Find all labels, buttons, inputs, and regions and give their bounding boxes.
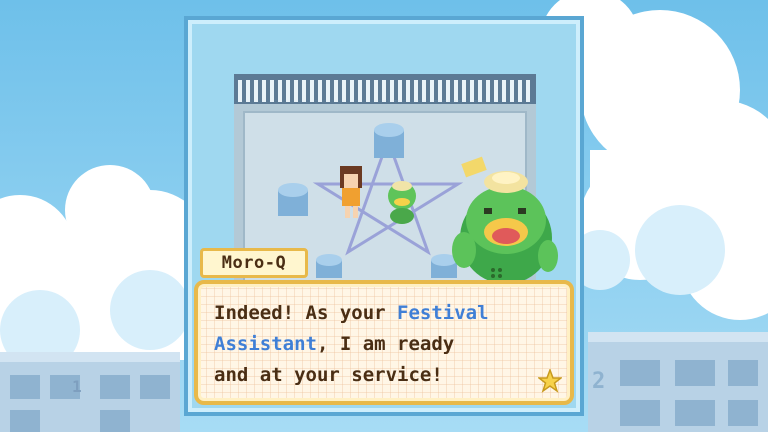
moro-q-character: [452, 156, 558, 284]
pillar: [431, 254, 457, 278]
pillar: [374, 123, 404, 158]
dialogue-line1-a: Indeed! As your: [214, 302, 398, 324]
building-left: [0, 352, 180, 432]
pillar: [278, 183, 308, 216]
dialogue-line2-b: , I am ready: [316, 333, 455, 355]
building-right-number: 2: [592, 369, 605, 394]
dialogue-text: Indeed! As your Festival Assistant, I am…: [214, 298, 544, 391]
dialogue-highlight-assistant: Assistant: [214, 333, 317, 355]
building-left-number: 1: [72, 377, 82, 396]
speaker-name: Moro-Q: [221, 253, 287, 273]
pillar: [316, 254, 342, 278]
dialogue-line3: and at your service!: [214, 364, 443, 386]
dialogue-highlight-festival: Festival: [397, 302, 489, 324]
star-icon[interactable]: [538, 369, 562, 393]
dialogue-box[interactable]: Indeed! As your Festival Assistant, I am…: [194, 280, 574, 405]
small-kappa-character: [388, 181, 416, 224]
building-right: [588, 332, 768, 432]
speaker-nameplate: Moro-Q: [200, 248, 308, 278]
